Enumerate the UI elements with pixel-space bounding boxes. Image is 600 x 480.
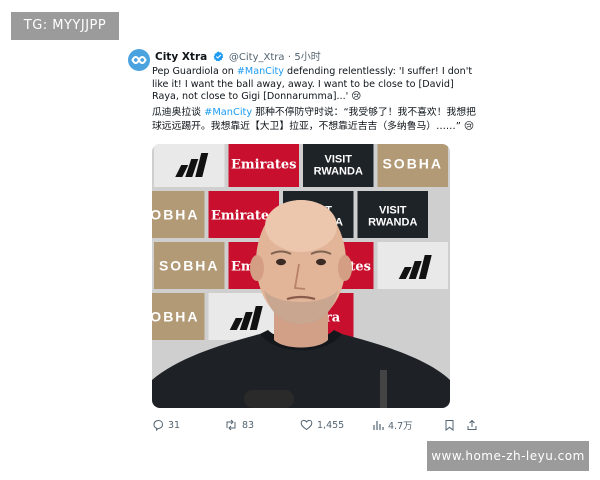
reply-button[interactable]: 31	[152, 416, 180, 434]
share-icon	[467, 419, 477, 430]
display-name[interactable]: City Xtra	[155, 51, 207, 63]
sponsor-board-emirates: Emirates	[228, 144, 299, 187]
views-icon	[373, 421, 384, 430]
sponsor-board-adidas	[154, 144, 225, 187]
text-en-before: Pep Guardiola on	[152, 66, 237, 77]
tweet-actions: 31 83 1,455 4.7万	[152, 416, 480, 434]
text-zh-before: 瓜迪奥拉谈	[152, 107, 205, 118]
sponsor-board-sobha: SOBHA	[152, 293, 205, 340]
repost-count: 83	[242, 419, 255, 431]
views-button[interactable]: 4.7万	[372, 416, 413, 434]
separator-dot: ·	[287, 52, 292, 63]
tweet-header: City Xtra @City_Xtra · 5小时	[155, 51, 321, 65]
reply-count: 31	[168, 419, 181, 431]
repost-button[interactable]: 83	[224, 416, 254, 434]
press-conference-photo: EmiratesVISITRWANDASOBHASOBHAEmiratesVIS…	[152, 144, 450, 408]
watermark-bottom-right: www.home-zh-leyu.com	[427, 441, 589, 471]
city-xtra-logo-icon[interactable]	[128, 49, 150, 71]
sponsor-board-visit-rwanda: VISITRWANDA	[357, 191, 428, 238]
sponsor-board-adidas	[377, 242, 448, 289]
svg-text:SOBHA: SOBHA	[152, 309, 200, 325]
share-button[interactable]	[466, 416, 478, 434]
sponsor-board-sobha: SOBHA	[152, 191, 205, 238]
hashtag-link[interactable]: #ManCity	[237, 66, 284, 77]
svg-text:VISIT: VISIT	[379, 205, 407, 217]
svg-text:SOBHA: SOBHA	[159, 258, 220, 274]
hashtag-link[interactable]: #ManCity	[204, 107, 252, 118]
reply-icon	[153, 419, 164, 431]
views-count: 4.7万	[388, 421, 413, 432]
svg-text:RWANDA: RWANDA	[314, 166, 363, 178]
microphone-icon	[244, 390, 294, 408]
bookmark-icon	[445, 420, 454, 431]
svg-text:RWANDA: RWANDA	[368, 217, 417, 229]
svg-text:VISIT: VISIT	[324, 154, 352, 166]
like-icon	[300, 419, 313, 431]
handle[interactable]: @City_Xtra	[229, 52, 285, 63]
sponsor-board-sobha: SOBHA	[154, 242, 225, 289]
svg-text:SOBHA: SOBHA	[152, 207, 200, 223]
svg-text:Emirates: Emirates	[231, 158, 296, 173]
like-button[interactable]: 1,455	[300, 416, 344, 434]
watermark-top-left: TG: MYYJJPP	[11, 12, 119, 40]
microphone-stand	[380, 370, 387, 408]
timestamp[interactable]: 5小时	[294, 52, 320, 63]
sponsor-board-visit-rwanda: VISITRWANDA	[303, 144, 374, 187]
tweet-photo[interactable]: EmiratesVISITRWANDASOBHASOBHAEmiratesVIS…	[152, 144, 450, 408]
tweet-text-english: Pep Guardiola on #ManCity defending rele…	[152, 66, 477, 104]
like-count: 1,455	[317, 419, 345, 431]
tweet-card[interactable]: City Xtra @City_Xtra · 5小时 Pep Guardiola…	[128, 44, 480, 438]
repost-icon	[226, 419, 236, 431]
tweet-text-chinese: 瓜迪奥拉谈 #ManCity 那种不停防守时说：“我受够了！我不喜欢！我想把球远…	[152, 106, 477, 134]
verified-badge-icon	[213, 51, 224, 65]
svg-text:SOBHA: SOBHA	[382, 156, 443, 172]
bookmark-button[interactable]	[444, 416, 455, 434]
sponsor-board-sobha: SOBHA	[377, 144, 448, 187]
